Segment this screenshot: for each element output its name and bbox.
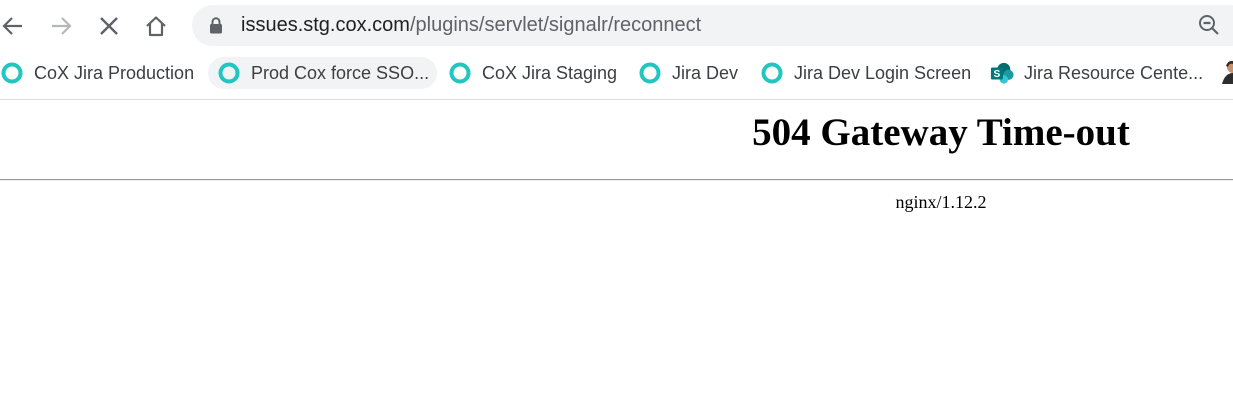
jira-ring-icon bbox=[217, 61, 241, 85]
jira-ring-icon bbox=[760, 61, 784, 85]
bookmark-label: CoX Jira Production bbox=[34, 62, 195, 83]
bookmark-avatar[interactable] bbox=[1222, 57, 1233, 89]
page-title: 504 Gateway Time-out bbox=[752, 111, 1130, 154]
lock-icon[interactable] bbox=[209, 17, 223, 39]
address-bar[interactable]: issues.stg.cox.com/plugins/servlet/signa… bbox=[192, 5, 1233, 46]
arrow-right-icon bbox=[52, 17, 72, 35]
url-path: /plugins/servlet/signalr/reconnect bbox=[409, 14, 702, 36]
url-host: issues.stg.cox.com bbox=[241, 14, 410, 36]
url-text[interactable]: issues.stg.cox.com/plugins/servlet/signa… bbox=[241, 5, 701, 46]
browser-toolbar: issues.stg.cox.com/plugins/servlet/signa… bbox=[0, 0, 1233, 52]
bookmark-label: Jira Dev bbox=[672, 62, 739, 83]
bookmark-jira-dev-login-screen[interactable]: Jira Dev Login Screen bbox=[760, 57, 971, 89]
jira-ring-icon bbox=[448, 61, 472, 85]
bookmark-jira-dev[interactable]: Jira Dev bbox=[638, 57, 738, 89]
server-signature: nginx/1.12.2 bbox=[895, 192, 987, 212]
jira-ring-icon bbox=[0, 61, 24, 85]
divider bbox=[0, 179, 1233, 181]
close-icon bbox=[100, 17, 118, 35]
home-icon bbox=[146, 16, 166, 37]
arrow-left-icon bbox=[2, 17, 22, 35]
bookmark-label: Prod Cox force SSO... bbox=[251, 62, 430, 83]
bookmark-label: Jira Dev Login Screen bbox=[794, 62, 972, 83]
zoom-out-icon[interactable] bbox=[1198, 14, 1220, 41]
bookmarks-bar: CoX Jira Production Prod Cox force SSO..… bbox=[0, 52, 1233, 100]
bookmark-cox-jira-production[interactable]: CoX Jira Production bbox=[0, 57, 194, 89]
bookmark-cox-jira-staging[interactable]: CoX Jira Staging bbox=[448, 57, 617, 89]
forward-button[interactable] bbox=[43, 8, 79, 44]
bookmark-jira-resource-center[interactable]: S Jira Resource Cente... bbox=[990, 57, 1203, 89]
jira-ring-icon bbox=[638, 61, 662, 85]
bookmark-prod-cox-force-sso[interactable]: Prod Cox force SSO... bbox=[208, 57, 438, 89]
stop-button[interactable] bbox=[91, 8, 127, 44]
back-button[interactable] bbox=[0, 8, 31, 44]
svg-text:S: S bbox=[994, 69, 1001, 80]
home-button[interactable] bbox=[138, 8, 174, 44]
avatar bbox=[1222, 58, 1233, 89]
sharepoint-icon: S bbox=[990, 61, 1014, 85]
bookmark-label: CoX Jira Staging bbox=[482, 62, 618, 83]
bookmark-label: Jira Resource Cente... bbox=[1024, 62, 1204, 83]
